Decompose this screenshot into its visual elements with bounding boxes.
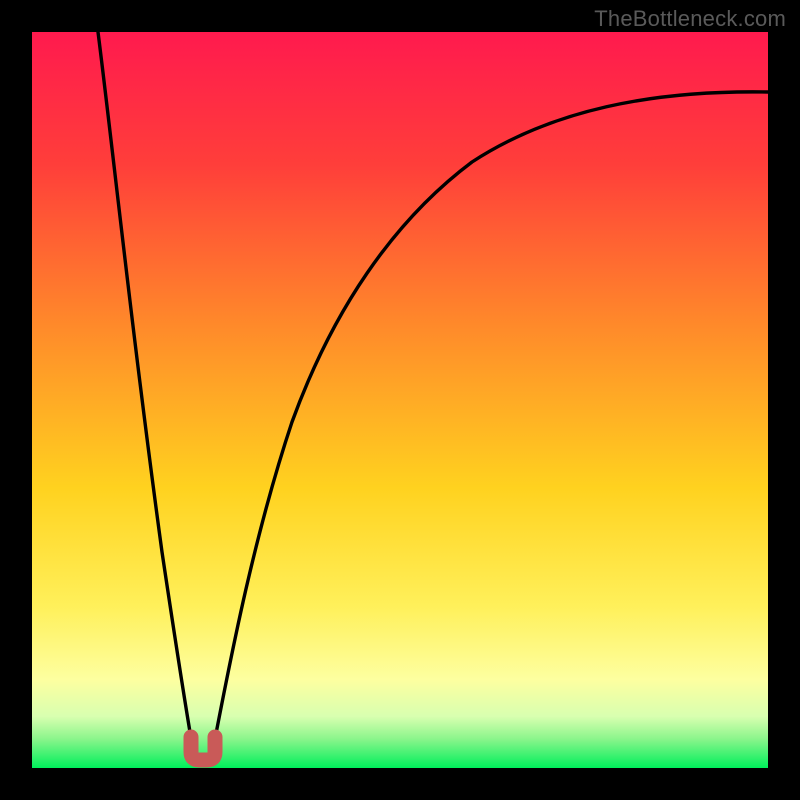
watermark-text: TheBottleneck.com [594,6,786,32]
chart-svg [32,32,768,768]
chart-frame: TheBottleneck.com [0,0,800,800]
chart-plot-area [32,32,768,768]
